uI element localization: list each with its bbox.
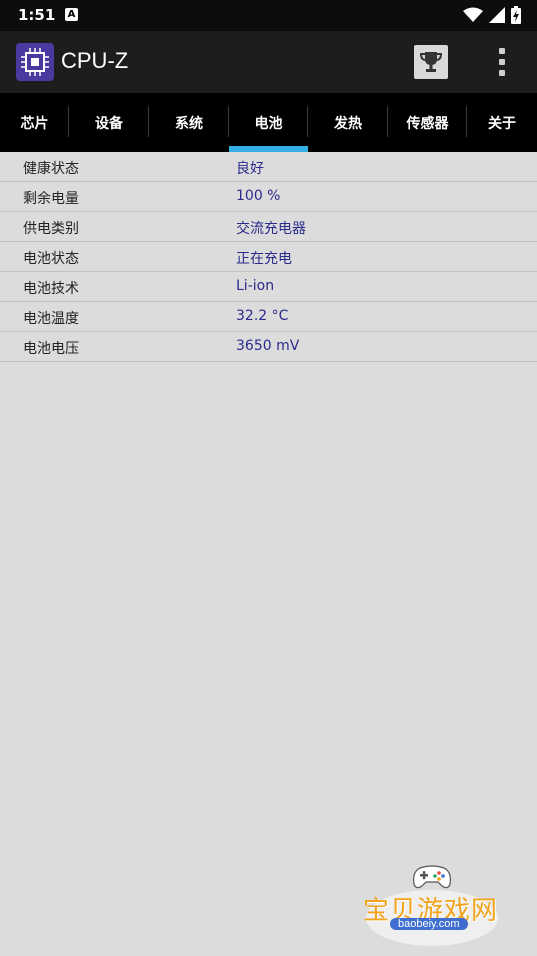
row-label: 剩余电量 xyxy=(23,191,79,207)
trophy-icon xyxy=(419,52,443,72)
status-icons xyxy=(463,5,521,25)
tab-label: 系统 xyxy=(175,115,203,132)
cpu-chip-icon xyxy=(16,43,54,81)
tab-system[interactable]: 系统 xyxy=(149,93,229,152)
notification-icon: A xyxy=(65,8,78,21)
row-label: 供电类别 xyxy=(23,221,79,237)
table-row: 电池温度 32.2 °C xyxy=(0,302,537,332)
row-label: 电池技术 xyxy=(23,281,79,297)
table-row: 电池电压 3650 mV xyxy=(0,332,537,362)
app-bar: CPU-Z xyxy=(0,31,537,93)
row-label: 电池状态 xyxy=(23,251,79,267)
row-value: 32.2 °C xyxy=(236,308,289,324)
row-label: 电池温度 xyxy=(23,311,79,327)
tab-device[interactable]: 设备 xyxy=(69,93,149,152)
tab-battery[interactable]: 电池 xyxy=(229,93,308,152)
table-row: 健康状态 良好 xyxy=(0,152,537,182)
status-bar: 1:51 A xyxy=(0,0,537,31)
table-row: 剩余电量 100 % xyxy=(0,182,537,212)
row-value: 交流充电器 xyxy=(236,221,306,237)
signal-icon xyxy=(489,7,505,23)
tab-label: 关于 xyxy=(488,115,516,132)
gamepad-icon xyxy=(413,865,451,889)
wifi-icon xyxy=(463,7,483,22)
tab-about[interactable]: 关于 xyxy=(467,93,537,152)
tab-label: 传感器 xyxy=(406,115,449,132)
tab-bar: 芯片 设备 系统 电池 发热 传感器 关于 xyxy=(0,93,537,152)
tab-chip[interactable]: 芯片 xyxy=(0,93,69,152)
tab-label: 电池 xyxy=(254,115,283,132)
row-value: 100 % xyxy=(236,188,281,204)
table-row: 电池状态 正在充电 xyxy=(0,242,537,272)
tab-sensors[interactable]: 传感器 xyxy=(388,93,467,152)
status-time: 1:51 xyxy=(18,6,56,24)
row-label: 健康状态 xyxy=(23,161,79,177)
table-row: 电池技术 Li-ion xyxy=(0,272,537,302)
battery-charging-icon xyxy=(511,6,521,24)
row-value: 良好 xyxy=(236,161,264,177)
table-row: 供电类别 交流充电器 xyxy=(0,212,537,242)
more-vert-icon[interactable] xyxy=(490,46,514,78)
row-value: Li-ion xyxy=(236,278,275,294)
watermark-logo: 宝贝游戏网 baobeiy.com xyxy=(360,860,510,950)
trophy-button[interactable] xyxy=(414,45,448,79)
tab-label: 芯片 xyxy=(20,115,49,132)
watermark-site: baobeiy.com xyxy=(390,918,468,930)
tab-label: 设备 xyxy=(95,115,123,132)
row-value: 正在充电 xyxy=(236,251,292,267)
row-label: 电池电压 xyxy=(23,341,79,357)
app-title: CPU-Z xyxy=(61,48,129,73)
tab-thermal[interactable]: 发热 xyxy=(308,93,388,152)
row-value: 3650 mV xyxy=(236,338,300,354)
battery-info-table: 健康状态 良好 剩余电量 100 % 供电类别 交流充电器 电池状态 正在充电 … xyxy=(0,152,537,362)
tab-label: 发热 xyxy=(334,115,362,132)
